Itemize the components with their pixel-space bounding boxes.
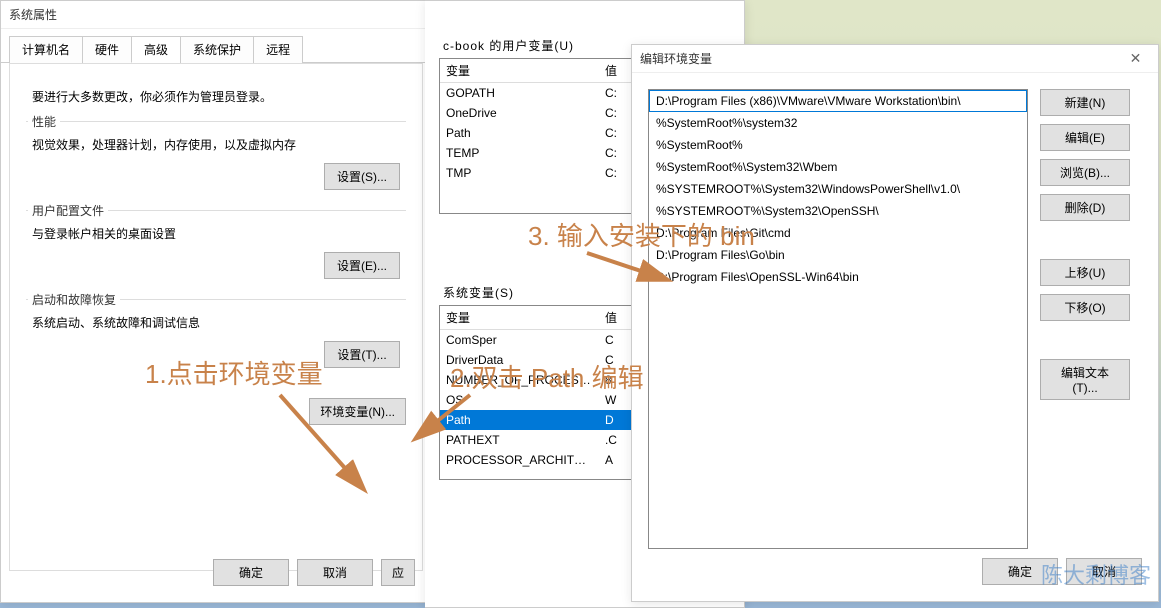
var-name: PROCESSOR_ARCHITECT...	[440, 450, 599, 470]
tab-advanced[interactable]: 高级	[131, 36, 181, 63]
performance-group: 性能 视觉效果，处理器计划，内存使用，以及虚拟内存 设置(S)...	[26, 121, 406, 196]
new-button[interactable]: 新建(N)	[1040, 89, 1130, 116]
tab-hardware[interactable]: 硬件	[82, 36, 132, 63]
path-entry[interactable]: %SystemRoot%\System32\Wbem	[649, 156, 1027, 178]
tab-computer-name[interactable]: 计算机名	[9, 36, 83, 63]
environment-variables-button[interactable]: 环境变量(N)...	[309, 398, 406, 425]
edit-text-button[interactable]: 编辑文本(T)...	[1040, 359, 1130, 400]
var-name: OneDrive	[440, 103, 599, 123]
sysprops-title: 系统属性	[1, 1, 431, 29]
var-name: PATHEXT	[440, 430, 599, 450]
user-profile-settings-button[interactable]: 设置(E)...	[324, 252, 400, 279]
path-entry[interactable]: D:\Program Files\Git\cmd	[649, 222, 1027, 244]
browse-button[interactable]: 浏览(B)...	[1040, 159, 1130, 186]
performance-settings-button[interactable]: 设置(S)...	[324, 163, 400, 190]
startup-title: 启动和故障恢复	[28, 291, 120, 308]
sysprops-apply-button[interactable]: 应	[381, 559, 415, 586]
system-properties-window: 系统属性 计算机名 硬件 高级 系统保护 远程 要进行大多数更改，你必须作为管理…	[0, 0, 432, 603]
path-entry[interactable]: D:\Program Files\OpenSSL-Win64\bin	[649, 266, 1027, 288]
sysprops-ok-button[interactable]: 确定	[213, 559, 289, 586]
sysprops-tabs: 计算机名 硬件 高级 系统保护 远程	[1, 35, 431, 63]
var-name: Path	[440, 123, 599, 143]
var-name: DriverData	[440, 350, 599, 370]
var-name: GOPATH	[440, 83, 599, 103]
user-profile-text: 与登录帐户相关的桌面设置	[32, 225, 400, 242]
path-entry[interactable]: %SystemRoot%\system32	[649, 112, 1027, 134]
path-entry[interactable]: D:\Program Files\Go\bin	[649, 244, 1027, 266]
sysprops-cancel-button[interactable]: 取消	[297, 559, 373, 586]
path-list[interactable]: D:\Program Files (x86)\VMware\VMware Wor…	[648, 89, 1028, 549]
editpath-cancel-button[interactable]: 取消	[1066, 558, 1142, 585]
startup-settings-button[interactable]: 设置(T)...	[324, 341, 400, 368]
editpath-title: 编辑环境变量	[632, 45, 1158, 73]
path-entry[interactable]: %SystemRoot%	[649, 134, 1027, 156]
edit-button[interactable]: 编辑(E)	[1040, 124, 1130, 151]
path-entry[interactable]: D:\Program Files (x86)\VMware\VMware Wor…	[649, 90, 1027, 112]
var-name: NUMBER_OF_PROCESSORS	[440, 370, 599, 390]
var-name: OS	[440, 390, 599, 410]
editpath-ok-button[interactable]: 确定	[982, 558, 1058, 585]
tab-remote[interactable]: 远程	[253, 36, 303, 63]
performance-text: 视觉效果，处理器计划，内存使用，以及虚拟内存	[32, 136, 400, 153]
var-name: TMP	[440, 163, 599, 183]
path-entry[interactable]: %SYSTEMROOT%\System32\OpenSSH\	[649, 200, 1027, 222]
close-icon[interactable]: ✕	[1113, 45, 1158, 73]
path-entry[interactable]: %SYSTEMROOT%\System32\WindowsPowerShell\…	[649, 178, 1027, 200]
var-name: TEMP	[440, 143, 599, 163]
delete-button[interactable]: 删除(D)	[1040, 194, 1130, 221]
sysprops-footer: 确定 取消 应	[213, 559, 415, 586]
var-name: 变量	[440, 306, 599, 329]
startup-group: 启动和故障恢复 系统启动、系统故障和调试信息 设置(T)...	[26, 299, 406, 374]
var-name: Path	[440, 410, 599, 430]
user-col-var: 变量	[440, 59, 599, 82]
tab-system-protection[interactable]: 系统保护	[180, 36, 254, 63]
admin-note: 要进行大多数更改，你必须作为管理员登录。	[32, 88, 406, 105]
user-profile-title: 用户配置文件	[28, 202, 108, 219]
user-profile-group: 用户配置文件 与登录帐户相关的桌面设置 设置(E)...	[26, 210, 406, 285]
editpath-footer: 确定 取消	[982, 558, 1142, 585]
edit-env-var-window: 编辑环境变量 ✕ D:\Program Files (x86)\VMware\V…	[631, 44, 1159, 602]
performance-title: 性能	[28, 113, 60, 130]
var-name: ComSper	[440, 330, 599, 350]
startup-text: 系统启动、系统故障和调试信息	[32, 314, 400, 331]
move-down-button[interactable]: 下移(O)	[1040, 294, 1130, 321]
move-up-button[interactable]: 上移(U)	[1040, 259, 1130, 286]
